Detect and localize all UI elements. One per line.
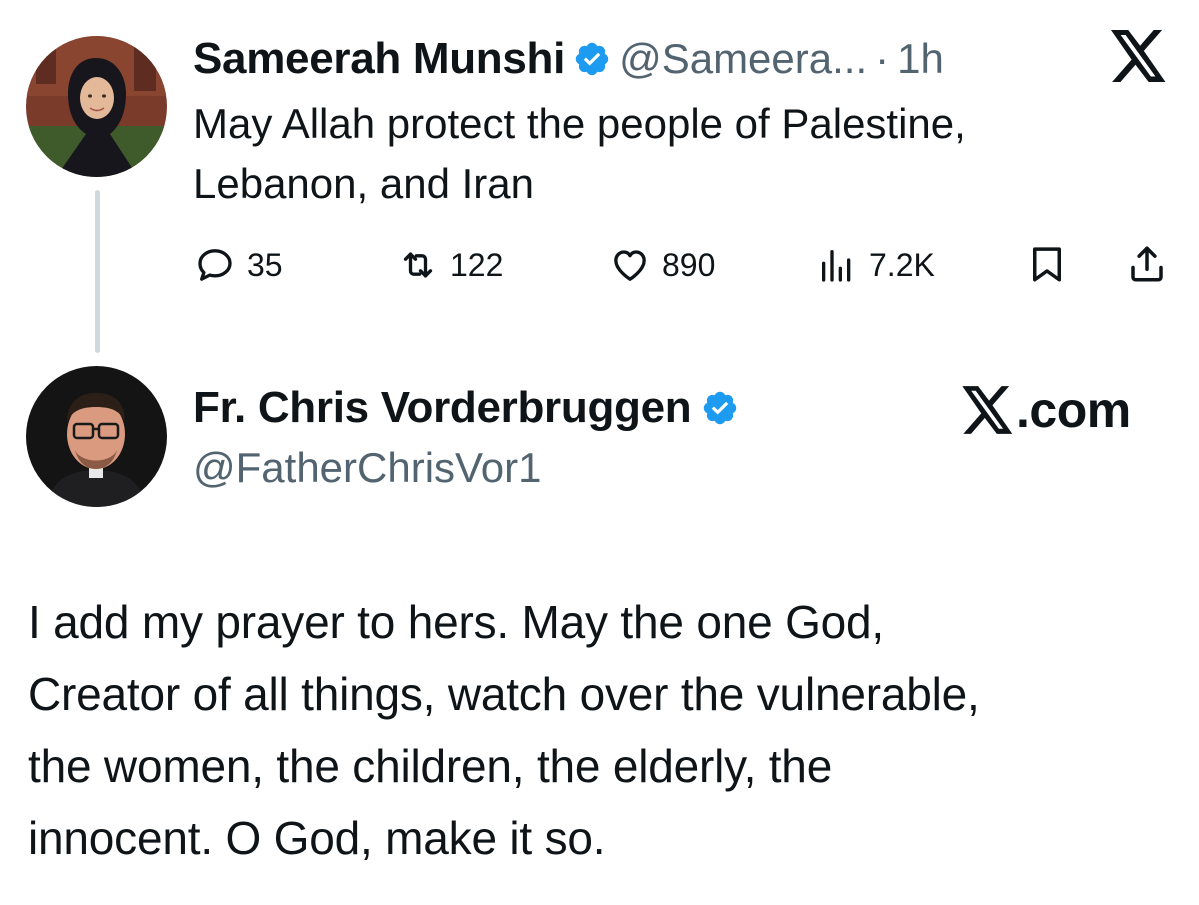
like-count: 890 — [662, 246, 716, 283]
xcom-label: .com — [1016, 382, 1131, 438]
tweet1-handle[interactable]: @Sameera... — [619, 35, 867, 83]
like-button[interactable]: 890 — [610, 243, 715, 287]
tweet1-header: Sameerah Munshi @Sameera... · 1h — [193, 33, 944, 85]
x-logo-icon[interactable] — [1110, 30, 1168, 82]
views-button[interactable]: 7.2K — [817, 243, 935, 287]
share-button[interactable] — [1126, 243, 1168, 285]
bookmark-icon — [1033, 247, 1061, 282]
views-count: 7.2K — [869, 246, 935, 283]
tweet2-text-line: Creator of all things, watch over the vu… — [28, 668, 980, 720]
repost-button[interactable]: 122 — [398, 243, 503, 287]
tweet2-handle[interactable]: @FatherChrisVor1 — [193, 444, 541, 492]
tweet2-text-line: the women, the children, the elderly, th… — [28, 740, 833, 792]
tweet2-name-row: Fr. Chris Vorderbruggen — [193, 382, 739, 434]
xcom-branding: .com — [962, 382, 1131, 438]
tweet2-text: I add my prayer to hers. May the one God… — [28, 586, 1188, 874]
x-logo-icon — [962, 386, 1013, 434]
heart-icon — [614, 250, 646, 281]
tweet1-time[interactable]: 1h — [897, 35, 944, 83]
reply-icon — [198, 249, 232, 281]
tweet1-text-line2: Lebanon, and Iran — [193, 160, 534, 207]
thread-connector-line — [95, 190, 100, 353]
repost-icon — [403, 252, 433, 278]
reply-count: 35 — [247, 246, 283, 283]
views-icon — [822, 250, 851, 282]
verified-badge-icon — [575, 42, 609, 76]
tweet2-display-name[interactable]: Fr. Chris Vorderbruggen — [193, 383, 692, 433]
tweet1-text-line1: May Allah protect the people of Palestin… — [193, 100, 966, 147]
tweet1-display-name[interactable]: Sameerah Munshi — [193, 34, 565, 84]
tweet1-text: May Allah protect the people of Palestin… — [193, 94, 1153, 214]
tweet2-text-line: innocent. O God, make it so. — [28, 812, 606, 864]
reply-button[interactable]: 35 — [195, 243, 283, 287]
tweet2-text-line: I add my prayer to hers. May the one God… — [28, 596, 885, 648]
repost-count: 122 — [450, 246, 504, 283]
avatar-sameerah[interactable] — [26, 36, 167, 177]
verified-badge-icon — [704, 391, 737, 425]
avatar-chris[interactable] — [26, 366, 167, 507]
tweet1-separator: · — [875, 35, 890, 82]
bookmark-button[interactable] — [1026, 243, 1068, 285]
share-icon — [1131, 246, 1163, 282]
